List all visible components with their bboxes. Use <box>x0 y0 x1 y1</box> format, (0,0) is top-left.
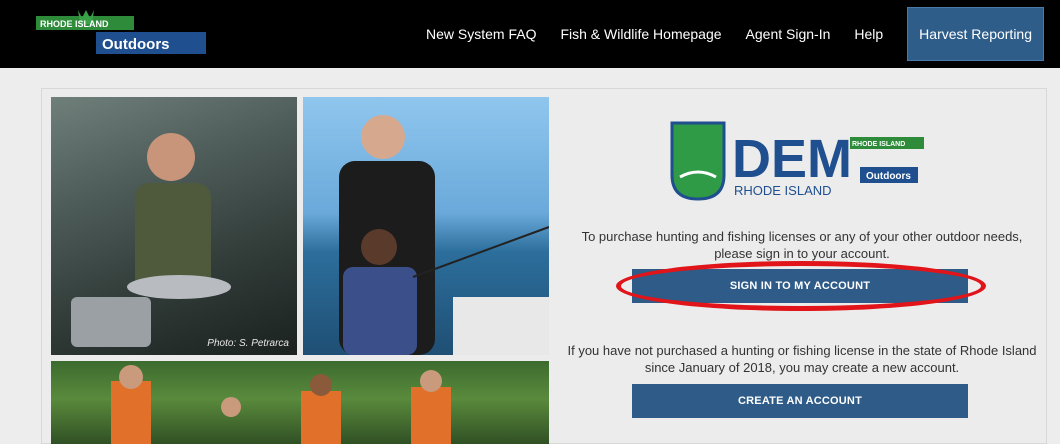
boat-rail <box>453 297 549 355</box>
main-nav: New System FAQ Fish & Wildlife Homepage … <box>414 0 1060 68</box>
badge-top-text: RHODE ISLAND <box>852 141 905 148</box>
person-1-head <box>119 365 143 389</box>
dem-rhode-island-logo: DEM RHODE ISLAND RHODE ISLAND Outdoors <box>670 121 924 201</box>
create-account-instructions: If you have not purchased a hunting or f… <box>567 343 1037 375</box>
dem-logo-main-text: DEM <box>732 129 852 189</box>
nav-fish-wildlife-homepage[interactable]: Fish & Wildlife Homepage <box>548 0 733 68</box>
top-navigation-bar: RHODE ISLAND Outdoors New System FAQ Fis… <box>0 0 1060 68</box>
nav-help[interactable]: Help <box>842 0 895 68</box>
dem-shield-icon <box>670 121 726 201</box>
officer-head <box>361 115 405 159</box>
badge-bottom-text: Outdoors <box>866 171 911 182</box>
vest-2 <box>301 391 341 444</box>
nav-new-system-faq[interactable]: New System FAQ <box>414 0 548 68</box>
photo-group-outdoors <box>51 361 549 444</box>
person-3-head <box>310 374 332 396</box>
logo-top-text: RHODE ISLAND <box>40 19 109 29</box>
nav-agent-sign-in[interactable]: Agent Sign-In <box>734 0 843 68</box>
nav-harvest-reporting[interactable]: Harvest Reporting <box>907 7 1044 61</box>
dem-logo-sub-text: RHODE ISLAND <box>734 183 832 198</box>
group-illustration <box>111 365 451 444</box>
photo-officer-and-child-fishing <box>303 97 549 355</box>
vest-1 <box>111 381 151 444</box>
create-account-button[interactable]: CREATE AN ACCOUNT <box>632 384 968 418</box>
sign-in-card: Photo: S. Petrarca DEM RHODE ISLAND RHOD… <box>41 88 1047 444</box>
bucket-shape <box>71 297 151 347</box>
person-2-head <box>221 397 241 417</box>
child-head <box>361 229 397 265</box>
person-head <box>147 133 195 181</box>
logo-bottom-text: Outdoors <box>102 36 170 53</box>
officer-illustration <box>339 115 549 355</box>
vest-3 <box>411 387 451 444</box>
photo-caption: Photo: S. Petrarca <box>207 338 289 349</box>
sign-in-button[interactable]: SIGN IN TO MY ACCOUNT <box>632 269 968 303</box>
angler-illustration <box>71 133 231 347</box>
person-4-head <box>420 370 442 392</box>
signin-instructions: To purchase hunting and fishing licenses… <box>581 229 1023 261</box>
child-shirt <box>343 267 417 355</box>
rhode-island-outdoors-logo[interactable]: RHODE ISLAND Outdoors <box>30 10 210 58</box>
fish-shape <box>127 275 231 299</box>
photo-angler-with-fish: Photo: S. Petrarca <box>51 97 297 355</box>
